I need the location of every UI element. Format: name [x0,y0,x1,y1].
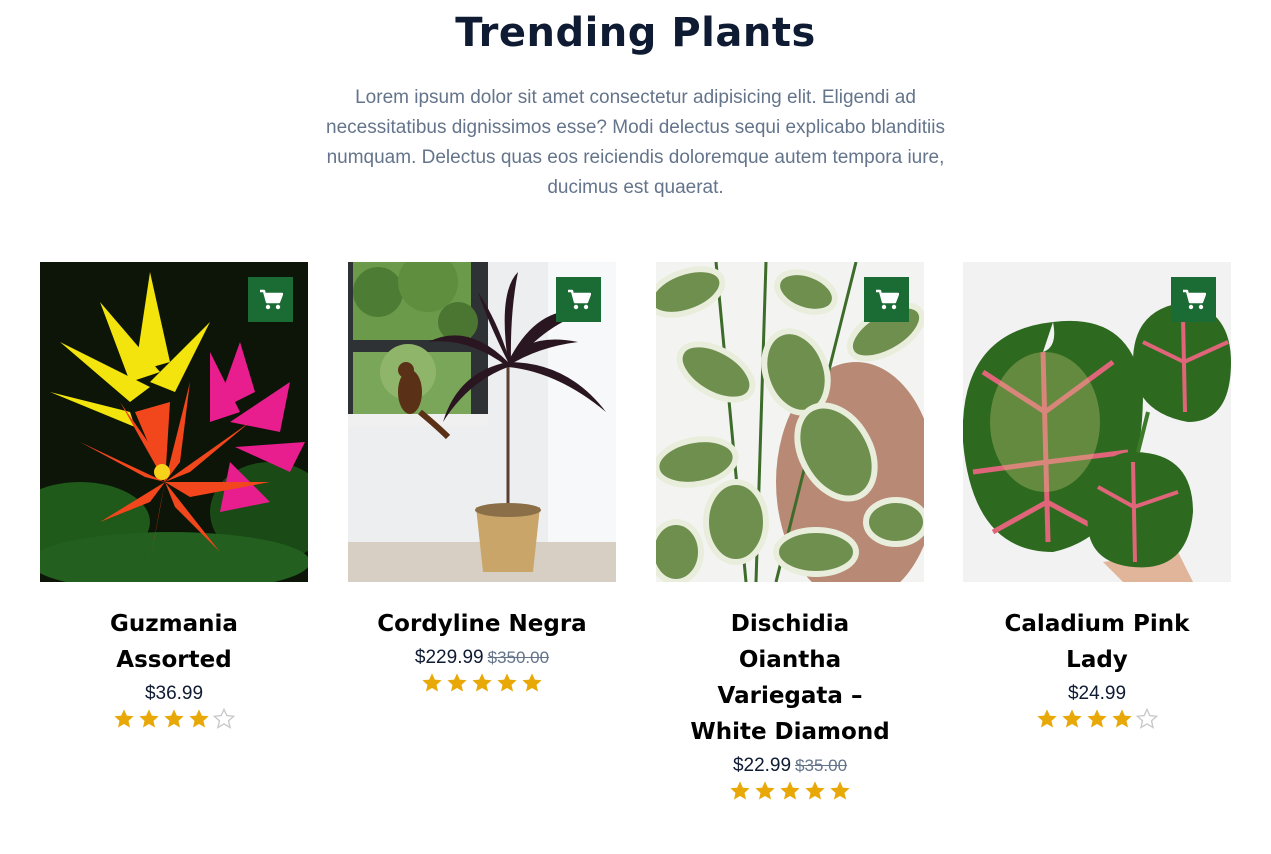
product-card: Dischidia Oiantha Variegata – White Diam… [656,262,924,804]
star-filled-icon [164,709,184,728]
star-filled-icon [139,709,159,728]
rating-stars [963,708,1231,732]
rating-stars [348,672,616,696]
star-filled-icon [189,709,209,728]
star-filled-icon [780,781,800,800]
rating-stars [40,708,308,732]
add-to-cart-button[interactable] [556,277,601,322]
star-filled-icon [805,781,825,800]
price-line: $22.99 $35.00 [656,754,924,778]
product-price: $22.99 [732,755,792,776]
star-filled-icon [1087,709,1107,728]
product-price: $24.99 [1067,683,1127,704]
product-name[interactable]: Guzmania Assorted [40,606,308,678]
product-name[interactable]: Cordyline Negra [348,606,616,642]
add-to-cart-button[interactable] [248,277,293,322]
add-to-cart-button[interactable] [1171,277,1216,322]
price-line: $24.99 [963,682,1231,706]
product-card: Caladium Pink Lady $24.99 [963,262,1231,732]
original-price: $350.00 [487,648,550,667]
section-title: Trending Plants [455,10,816,56]
product-price: $36.99 [144,683,204,704]
product-image[interactable] [656,262,924,582]
cart-icon [567,289,591,309]
cart-icon [875,289,899,309]
product-price: $229.99 [414,647,484,668]
star-filled-icon [1037,709,1057,728]
cart-icon [259,289,283,309]
add-to-cart-button[interactable] [864,277,909,322]
rating-stars [656,780,924,804]
star-filled-icon [522,673,542,692]
product-card: Guzmania Assorted $36.99 [40,262,308,732]
product-image[interactable] [348,262,616,582]
section-intro: Lorem ipsum dolor sit amet consectetur a… [326,87,945,198]
star-filled-icon [497,673,517,692]
price-line: $36.99 [40,682,308,706]
product-name[interactable]: Caladium Pink Lady [963,606,1231,678]
product-name[interactable]: Dischidia Oiantha Variegata – White Diam… [656,606,924,750]
cart-icon [1182,289,1206,309]
star-filled-icon [830,781,850,800]
star-filled-icon [755,781,775,800]
star-filled-icon [422,673,442,692]
price-line: $229.99 $350.00 [348,646,616,670]
star-filled-icon [114,709,134,728]
product-image[interactable] [40,262,308,582]
product-image[interactable] [963,262,1231,582]
star-filled-icon [1112,709,1132,728]
star-filled-icon [730,781,750,800]
star-filled-icon [447,673,467,692]
star-empty-icon [1136,708,1158,729]
star-empty-icon [213,708,235,729]
product-card: Cordyline Negra $229.99 $350.00 [348,262,616,696]
original-price: $35.00 [795,756,848,775]
star-filled-icon [1062,709,1082,728]
star-filled-icon [472,673,492,692]
